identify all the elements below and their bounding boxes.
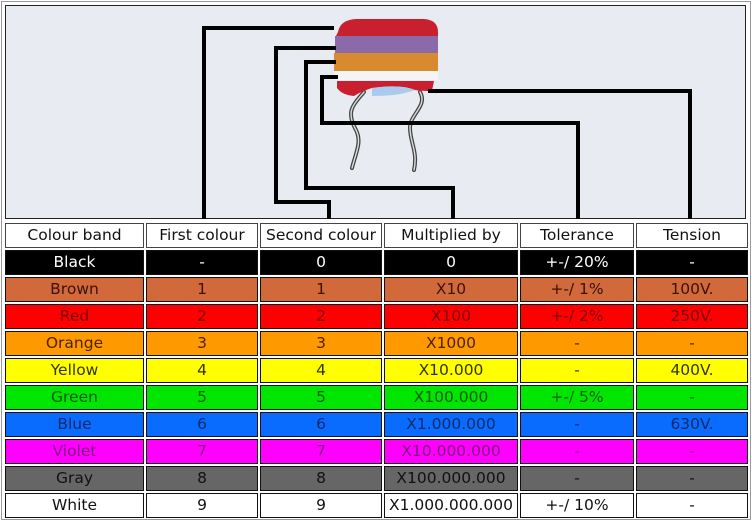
band-name-cell: Yellow	[5, 358, 144, 383]
column-header-first-colour: First colour	[146, 223, 258, 248]
multiplier-cell: X100	[384, 304, 518, 329]
first-colour-cell: 6	[146, 412, 258, 437]
tolerance-cell: +-/ 20%	[520, 250, 634, 275]
tension-cell: 100V.	[636, 277, 748, 302]
multiplier-cell: X1.000.000.000	[384, 493, 518, 518]
tolerance-cell: +-/ 2%	[520, 304, 634, 329]
table-row: Brown 1 1 X10 +-/ 1% 100V.	[5, 277, 748, 302]
tolerance-cell: +-/ 1%	[520, 277, 634, 302]
table-row: Blue 6 6 X1.000.000-630V.	[5, 412, 748, 437]
leader-line-tension	[428, 89, 692, 219]
first-colour-cell: 2	[146, 304, 258, 329]
tension-cell: -	[636, 250, 748, 275]
tension-cell: -	[636, 493, 748, 518]
second-colour-cell: 2	[260, 304, 382, 329]
capacitor-diagram	[202, 19, 692, 219]
column-header-colour-band: Colour band	[5, 223, 144, 248]
capacitor-band-3	[334, 53, 438, 71]
tolerance-cell: +-/ 5%	[520, 385, 634, 410]
table-row: Black -0 0 +-/ 20% -	[5, 250, 748, 275]
multiplier-cell: X10.000.000	[384, 439, 518, 464]
table-row: White 9 9 X1.000.000.000 +-/ 10% -	[5, 493, 748, 518]
second-colour-cell: 5	[260, 385, 382, 410]
capacitor-gap	[334, 71, 438, 80]
tension-cell: -	[636, 466, 748, 491]
multiplier-cell: X1000	[384, 331, 518, 356]
first-colour-cell: 4	[146, 358, 258, 383]
second-colour-cell: 7	[260, 439, 382, 464]
multiplier-cell: 0	[384, 250, 518, 275]
band-name-cell: Red	[5, 304, 144, 329]
band-name-cell: Green	[5, 385, 144, 410]
first-colour-cell: 8	[146, 466, 258, 491]
second-colour-cell: 3	[260, 331, 382, 356]
first-colour-cell: 1	[146, 277, 258, 302]
column-header-tolerance: Tolerance	[520, 223, 634, 248]
capacitor-band-1	[336, 19, 438, 36]
capacitor-lead-right	[407, 90, 424, 172]
tension-cell: 630V.	[636, 412, 748, 437]
tension-cell: 400V.	[636, 358, 748, 383]
band-name-cell: Orange	[5, 331, 144, 356]
second-colour-cell: 8	[260, 466, 382, 491]
band-name-cell: Black	[5, 250, 144, 275]
first-colour-cell: 7	[146, 439, 258, 464]
second-colour-cell: 6	[260, 412, 382, 437]
tension-cell: -	[636, 439, 748, 464]
second-colour-cell: 4	[260, 358, 382, 383]
tension-cell: -	[636, 331, 748, 356]
column-header-tension: Tension	[636, 223, 748, 248]
capacitor-band-2	[335, 36, 438, 53]
band-name-cell: Blue	[5, 412, 144, 437]
second-colour-cell: 0	[260, 250, 382, 275]
tolerance-cell: -	[520, 358, 634, 383]
band-name-cell: White	[5, 493, 144, 518]
leader-line-first-colour	[202, 26, 334, 219]
tolerance-cell: -	[520, 412, 634, 437]
tolerance-cell: -	[520, 439, 634, 464]
table-row: Gray 8 8 X100.000.000- -	[5, 466, 748, 491]
second-colour-cell: 9	[260, 493, 382, 518]
first-colour-cell: -	[146, 250, 258, 275]
colour-code-table: Colour band First colour Second colour M…	[3, 221, 750, 520]
multiplier-cell: X10.000	[384, 358, 518, 383]
table-header-row: Colour band First colour Second colour M…	[5, 223, 748, 248]
multiplier-cell: X100.000	[384, 385, 518, 410]
table-row: Orange 3 3 X1000- -	[5, 331, 748, 356]
band-name-cell: Violet	[5, 439, 144, 464]
second-colour-cell: 1	[260, 277, 382, 302]
band-name-cell: Gray	[5, 466, 144, 491]
tolerance-cell: -	[520, 331, 634, 356]
first-colour-cell: 3	[146, 331, 258, 356]
table-row: Yellow 4 4 X10.000-400V.	[5, 358, 748, 383]
column-header-multiplied-by: Multiplied by	[384, 223, 518, 248]
tolerance-cell: +-/ 10%	[520, 493, 634, 518]
tension-cell: 250V.	[636, 304, 748, 329]
first-colour-cell: 9	[146, 493, 258, 518]
table-row: Green 5 5 X100.000 +-/ 5% -	[5, 385, 748, 410]
tension-cell: -	[636, 385, 748, 410]
table-row: Violet 7 7 X10.000.000- -	[5, 439, 748, 464]
capacitor-lead-left	[348, 90, 366, 170]
multiplier-cell: X10	[384, 277, 518, 302]
first-colour-cell: 5	[146, 385, 258, 410]
table-row: Red 2 2 X100 +-/ 2% 250V.	[5, 304, 748, 329]
multiplier-cell: X100.000.000	[384, 466, 518, 491]
multiplier-cell: X1.000.000	[384, 412, 518, 437]
tolerance-cell: -	[520, 466, 634, 491]
column-header-second-colour: Second colour	[260, 223, 382, 248]
band-name-cell: Brown	[5, 277, 144, 302]
